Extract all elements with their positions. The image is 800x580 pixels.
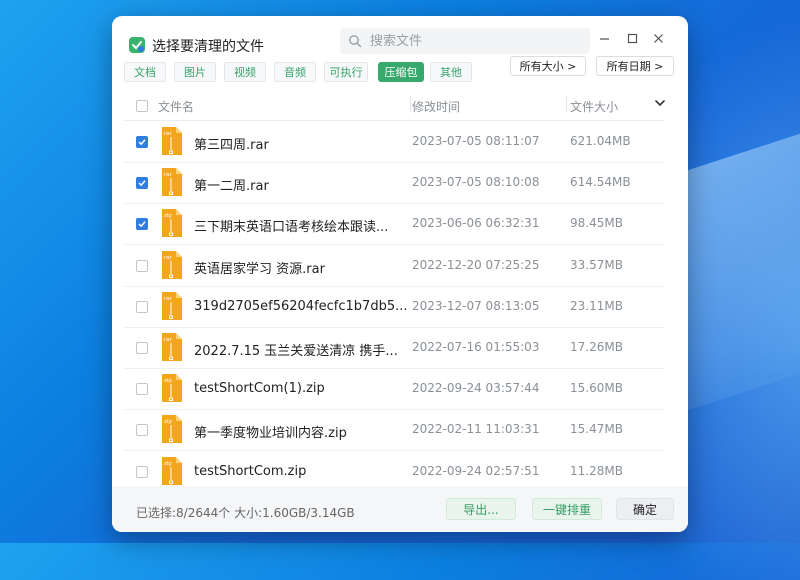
row-checkbox[interactable]	[136, 177, 148, 190]
minimize-icon	[599, 37, 609, 40]
file-row[interactable]: zip 三下期末英语口语考核绘本跟读... 2023-06-06 06:32:31 9…	[124, 202, 664, 246]
file-name: 319d2705ef56204fecfc1b7db5...	[194, 298, 408, 314]
file-modified-time: 2022-12-20 07:25:25	[412, 257, 540, 272]
checkmark-icon	[138, 180, 146, 187]
file-row[interactable]: zip 第一季度物业培训内容.zip 2022-02-11 11:03:31 15.4…	[124, 408, 664, 452]
filter-images[interactable]: 图片	[174, 62, 216, 82]
column-divider	[410, 96, 411, 112]
archive-file-icon: rar	[162, 333, 182, 361]
svg-text:zip: zip	[164, 213, 172, 219]
filter-videos[interactable]: 视频	[224, 62, 266, 82]
svg-text:zip: zip	[164, 378, 172, 384]
search-box[interactable]	[340, 28, 590, 54]
minimize-button[interactable]	[596, 30, 612, 46]
search-icon	[349, 35, 362, 48]
row-checkbox[interactable]	[136, 300, 148, 313]
export-button[interactable]: 导出...	[446, 498, 516, 520]
file-row[interactable]: rar 第三四周.rar 2023-07-05 08:11:07 621.04MB	[124, 120, 664, 163]
archive-file-icon: zip	[162, 456, 182, 485]
archive-file-icon: zip	[162, 374, 182, 403]
file-name: 第一二周.rar	[194, 179, 269, 195]
file-name: testShortCom.zip	[194, 463, 307, 479]
row-checkbox[interactable]	[136, 259, 148, 272]
search-input[interactable]	[368, 32, 572, 50]
file-modified-time: 2022-09-24 02:57:51	[412, 463, 540, 478]
file-name: 第三四周.rar	[194, 138, 269, 153]
date-filter-dropdown[interactable]: 所有日期 >	[596, 56, 674, 76]
svg-text:rar: rar	[164, 296, 173, 302]
column-header-size[interactable]: 文件大小	[570, 98, 618, 115]
column-divider	[566, 96, 567, 112]
file-size: 23.11MB	[570, 298, 623, 313]
file-size: 15.47MB	[570, 422, 623, 437]
file-row[interactable]: zip testShortCom(1).zip 2022-09-24 03:57:4…	[124, 367, 664, 411]
dialog-title: 选择要清理的文件	[152, 39, 264, 55]
file-size: 98.45MB	[570, 216, 623, 231]
selection-status: 已选择:8/2644个 大小:1.60GB/3.14GB	[136, 506, 355, 520]
filter-other[interactable]: 其他	[430, 62, 472, 82]
select-all-checkbox[interactable]	[136, 100, 148, 112]
file-size: 33.57MB	[570, 257, 623, 272]
row-checkbox[interactable]	[136, 465, 148, 478]
close-icon	[653, 33, 663, 43]
file-name: testShortCom(1).zip	[194, 381, 325, 397]
row-checkbox[interactable]	[136, 383, 148, 396]
archive-file-icon: rar	[162, 168, 182, 197]
close-button[interactable]	[650, 30, 666, 46]
archive-file-icon: rar	[162, 291, 182, 320]
checkmark-icon	[138, 139, 146, 146]
filter-executables[interactable]: 可执行	[324, 62, 368, 82]
file-row[interactable]: rar 英语居家学习 资源.rar 2022-12-20 07:25:25 33.57…	[124, 244, 664, 287]
file-modified-time: 2022-07-16 01:55:03	[412, 340, 540, 354]
file-row[interactable]: rar 第一二周.rar 2023-07-05 08:10:08 614.54MB	[124, 161, 664, 205]
column-header-modified[interactable]: 修改时间	[412, 98, 460, 115]
svg-text:zip: zip	[164, 419, 172, 425]
svg-text:rar: rar	[164, 131, 173, 137]
file-row[interactable]: rar 2022.7.15 玉兰关爱送清凉 携手... 2022-07-16 01:…	[124, 326, 664, 369]
archive-file-icon: zip	[162, 209, 182, 238]
file-size: 17.26MB	[570, 340, 623, 354]
size-filter-dropdown[interactable]: 所有大小 >	[510, 56, 586, 76]
cleaner-app-icon	[129, 37, 145, 53]
table-header: 文件名 修改时间 文件大小	[124, 94, 666, 121]
file-size: 15.60MB	[570, 381, 623, 396]
file-modified-time: 2023-07-05 08:10:08	[412, 175, 540, 190]
file-name: 2022.7.15 玉兰关爱送清凉 携手...	[194, 344, 398, 359]
file-size: 621.04MB	[570, 134, 631, 148]
file-size: 11.28MB	[570, 463, 623, 478]
file-name: 英语居家学习 资源.rar	[194, 261, 325, 277]
svg-text:rar: rar	[164, 337, 173, 343]
archive-file-icon: rar	[162, 250, 182, 279]
sort-desc-chevron-icon[interactable]	[654, 98, 666, 108]
row-checkbox[interactable]	[136, 424, 148, 437]
file-name: 第一季度物业培训内容.zip	[194, 426, 347, 442]
filter-audio[interactable]: 音频	[274, 62, 316, 82]
filter-archives[interactable]: 压缩包	[378, 62, 424, 82]
svg-text:rar: rar	[164, 255, 173, 261]
file-modified-time: 2022-09-24 03:57:44	[412, 381, 540, 396]
file-modified-time: 2023-12-07 08:13:05	[412, 298, 540, 313]
file-modified-time: 2023-07-05 08:11:07	[412, 134, 540, 148]
archive-file-icon: rar	[162, 127, 182, 155]
archive-file-icon: zip	[162, 415, 182, 444]
file-row[interactable]: rar 319d2705ef56204fecfc1b7db5... 2023-12-…	[124, 285, 664, 328]
clean-files-dialog: 选择要清理的文件 文档 图片 视频 音频 可执行 压缩包 其他 所	[112, 16, 688, 532]
dialog-footer: 已选择:8/2644个 大小:1.60GB/3.14GB 导出... 一键排重 …	[112, 486, 688, 532]
dedupe-button[interactable]: 一键排重	[532, 498, 602, 520]
file-modified-time: 2022-02-11 11:03:31	[412, 422, 540, 437]
file-modified-time: 2023-06-06 06:32:31	[412, 216, 540, 231]
file-name: 三下期末英语口语考核绘本跟读...	[194, 220, 389, 236]
svg-text:rar: rar	[164, 172, 173, 178]
row-checkbox[interactable]	[136, 136, 148, 148]
column-header-name[interactable]: 文件名	[158, 98, 194, 115]
row-checkbox[interactable]	[136, 342, 148, 354]
svg-text:zip: zip	[164, 461, 172, 467]
file-size: 614.54MB	[570, 175, 631, 190]
maximize-icon	[627, 33, 637, 43]
checkmark-icon	[138, 221, 146, 228]
maximize-button[interactable]	[624, 30, 640, 46]
filter-docs[interactable]: 文档	[124, 62, 166, 82]
row-checkbox[interactable]	[136, 218, 148, 231]
ok-button[interactable]: 确定	[616, 498, 674, 520]
